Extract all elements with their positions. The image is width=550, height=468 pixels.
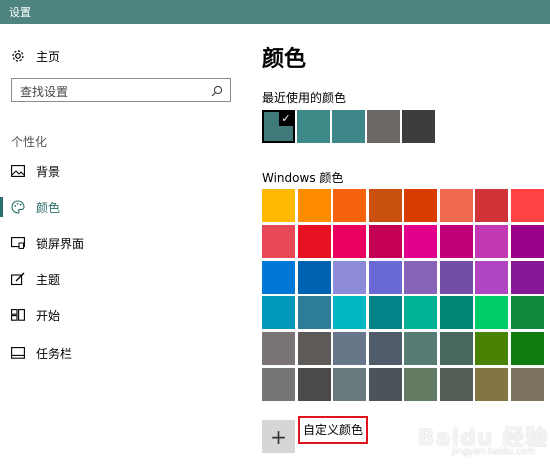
windows-color-swatch[interactable]	[510, 332, 544, 366]
windows-color-swatch[interactable]	[510, 296, 544, 330]
windows-color-swatch[interactable]	[333, 296, 366, 330]
windows-color-swatch[interactable]	[297, 296, 331, 330]
windows-color-swatch[interactable]	[439, 224, 473, 258]
recent-color-swatch[interactable]	[297, 110, 330, 143]
active-indicator	[0, 197, 3, 217]
windows-color-swatch[interactable]	[510, 368, 544, 401]
recent-colors-title: 最近使用的颜色	[262, 91, 347, 105]
windows-color-swatch[interactable]	[262, 296, 295, 330]
windows-colors-title: Windows 颜色	[262, 171, 344, 185]
windows-color-swatch[interactable]	[262, 332, 295, 366]
title-bar: 设置	[0, 0, 550, 24]
picture-icon	[10, 163, 26, 179]
windows-color-swatch[interactable]	[510, 189, 544, 222]
add-custom-color-button[interactable]: +	[262, 420, 295, 453]
windows-color-swatch[interactable]	[475, 332, 508, 366]
windows-color-swatch[interactable]	[404, 332, 437, 366]
windows-color-swatch[interactable]	[475, 224, 508, 258]
windows-color-swatch[interactable]	[333, 260, 366, 294]
windows-color-swatch[interactable]	[262, 368, 295, 401]
custom-color-label[interactable]: 自定义颜色	[298, 416, 368, 444]
windows-color-swatch[interactable]	[404, 224, 437, 258]
windows-color-swatch[interactable]	[439, 296, 473, 330]
windows-color-swatch[interactable]	[404, 189, 437, 222]
windows-color-swatch[interactable]	[368, 260, 402, 294]
windows-color-swatch[interactable]	[404, 296, 437, 330]
palette-icon	[10, 199, 26, 215]
sidebar-item-label: 任务栏	[36, 347, 73, 361]
sidebar-item-label: 锁屏界面	[36, 237, 85, 251]
windows-color-swatch[interactable]	[368, 368, 402, 401]
sidebar-item-taskbar[interactable]: 任务栏	[0, 340, 245, 366]
windows-color-swatch[interactable]	[475, 189, 508, 222]
windows-color-swatch[interactable]	[439, 260, 473, 294]
search-input[interactable]: 查找设置	[11, 78, 231, 102]
recent-color-swatch[interactable]	[402, 110, 435, 143]
windows-color-swatch[interactable]	[368, 296, 402, 330]
lock-screen-icon	[10, 235, 26, 251]
windows-color-swatch[interactable]	[262, 224, 295, 258]
windows-color-swatch[interactable]	[297, 332, 331, 366]
sidebar-item-home[interactable]: 主页	[0, 44, 245, 68]
windows-color-swatch[interactable]	[510, 224, 544, 258]
start-menu-icon	[10, 307, 26, 323]
sidebar-item-label: 主页	[36, 49, 61, 64]
section-label-personalization: 个性化	[11, 135, 48, 149]
windows-color-swatch[interactable]	[297, 189, 331, 222]
windows-color-swatch[interactable]	[439, 368, 473, 401]
plus-icon: +	[270, 424, 287, 449]
windows-color-swatch[interactable]	[510, 260, 544, 294]
page-title: 颜色	[262, 47, 307, 72]
sidebar-item-label: 背景	[36, 165, 61, 179]
sidebar-item-label: 开始	[36, 309, 61, 323]
windows-color-swatch[interactable]	[439, 189, 473, 222]
sidebar-item-themes[interactable]: 主题	[0, 266, 245, 292]
windows-color-swatch[interactable]	[368, 189, 402, 222]
windows-color-swatch[interactable]	[262, 260, 295, 294]
recent-color-swatch[interactable]	[367, 110, 400, 143]
windows-color-swatch[interactable]	[333, 224, 366, 258]
recent-color-swatch[interactable]	[332, 110, 365, 143]
sidebar-item-start[interactable]: 开始	[0, 302, 245, 328]
windows-color-swatch[interactable]	[404, 260, 437, 294]
taskbar-icon	[10, 345, 26, 361]
windows-color-swatch[interactable]	[439, 332, 473, 366]
window-title: 设置	[9, 6, 31, 19]
gear-icon	[10, 48, 26, 64]
windows-color-swatch[interactable]	[297, 368, 331, 401]
sidebar-item-label: 颜色	[36, 201, 61, 215]
windows-color-swatch[interactable]	[475, 260, 508, 294]
windows-color-swatch[interactable]	[368, 332, 402, 366]
windows-color-swatch[interactable]	[475, 368, 508, 401]
windows-color-swatch[interactable]	[262, 189, 295, 222]
baidu-watermark-url: jingyan.baidu.com	[452, 447, 536, 457]
windows-color-swatch[interactable]	[368, 224, 402, 258]
windows-color-swatch[interactable]	[333, 332, 366, 366]
checkmark-icon: ✓	[279, 112, 293, 126]
windows-color-swatch[interactable]	[475, 296, 508, 330]
main-content: 颜色 最近使用的颜色 ✓ Windows 颜色 + 自定义颜色	[245, 24, 550, 468]
theme-brush-icon	[10, 271, 26, 287]
windows-color-swatch[interactable]	[404, 368, 437, 401]
sidebar-item-colors[interactable]: 颜色	[0, 194, 245, 220]
windows-color-swatch[interactable]	[297, 224, 331, 258]
sidebar: 主页 查找设置 个性化 背景 颜色 锁屏界面 主题 开始 任务栏	[0, 24, 245, 468]
sidebar-item-label: 主题	[36, 273, 61, 287]
sidebar-item-lock-screen[interactable]: 锁屏界面	[0, 230, 245, 256]
search-icon[interactable]	[210, 83, 224, 97]
windows-color-swatch[interactable]	[297, 260, 331, 294]
windows-color-swatch[interactable]	[333, 189, 366, 222]
search-placeholder: 查找设置	[20, 85, 69, 99]
windows-color-swatch[interactable]	[333, 368, 366, 401]
recent-color-swatch[interactable]: ✓	[262, 110, 295, 143]
sidebar-item-background[interactable]: 背景	[0, 158, 245, 184]
